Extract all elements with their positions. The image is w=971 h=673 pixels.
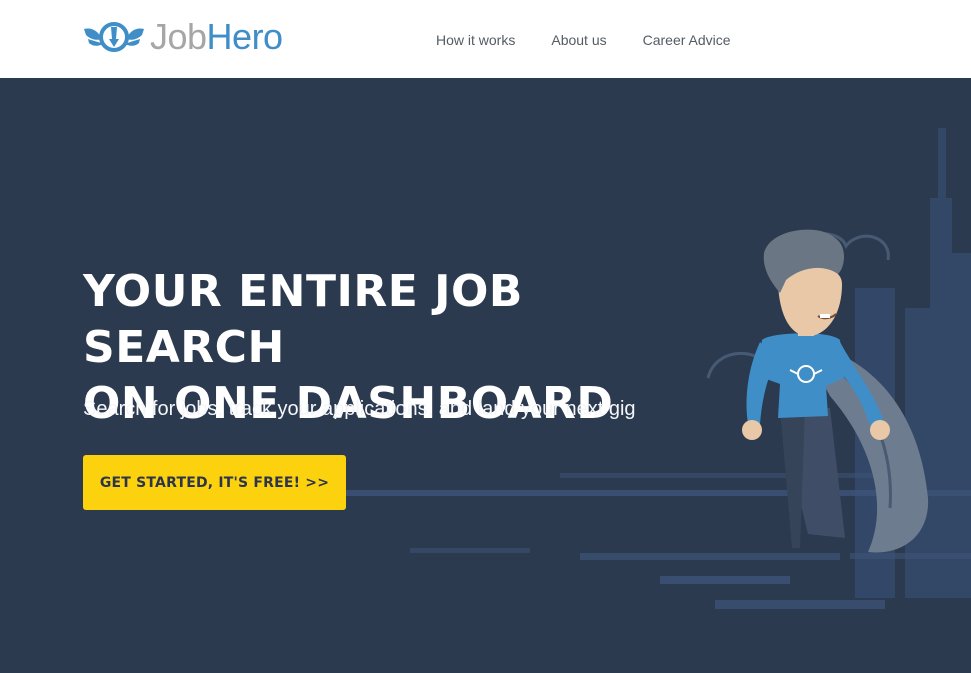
nav-how-it-works[interactable]: How it works [436, 32, 515, 48]
jobhero-logo[interactable]: JobHero [82, 14, 322, 60]
main-nav: How it works About us Career Advice [436, 32, 767, 48]
logo-wordmark: JobHero [150, 19, 283, 55]
logo-text-job: Job [150, 16, 207, 57]
hero-section: YOUR ENTIRE JOB SEARCH ON ONE DASHBOARD … [0, 78, 971, 673]
get-started-button[interactable]: GET STARTED, IT'S FREE! >> [83, 455, 346, 510]
hero-subtitle: Search for jobs, track your applications… [83, 398, 636, 420]
logo-text-hero: Hero [206, 16, 284, 57]
site-header: JobHero How it works About us Career Adv… [0, 0, 971, 78]
hero-title-line-1: YOUR ENTIRE JOB SEARCH [83, 266, 523, 373]
nav-career-advice[interactable]: Career Advice [643, 32, 731, 48]
nav-about-us[interactable]: About us [551, 32, 606, 48]
winged-shield-icon [84, 22, 144, 52]
